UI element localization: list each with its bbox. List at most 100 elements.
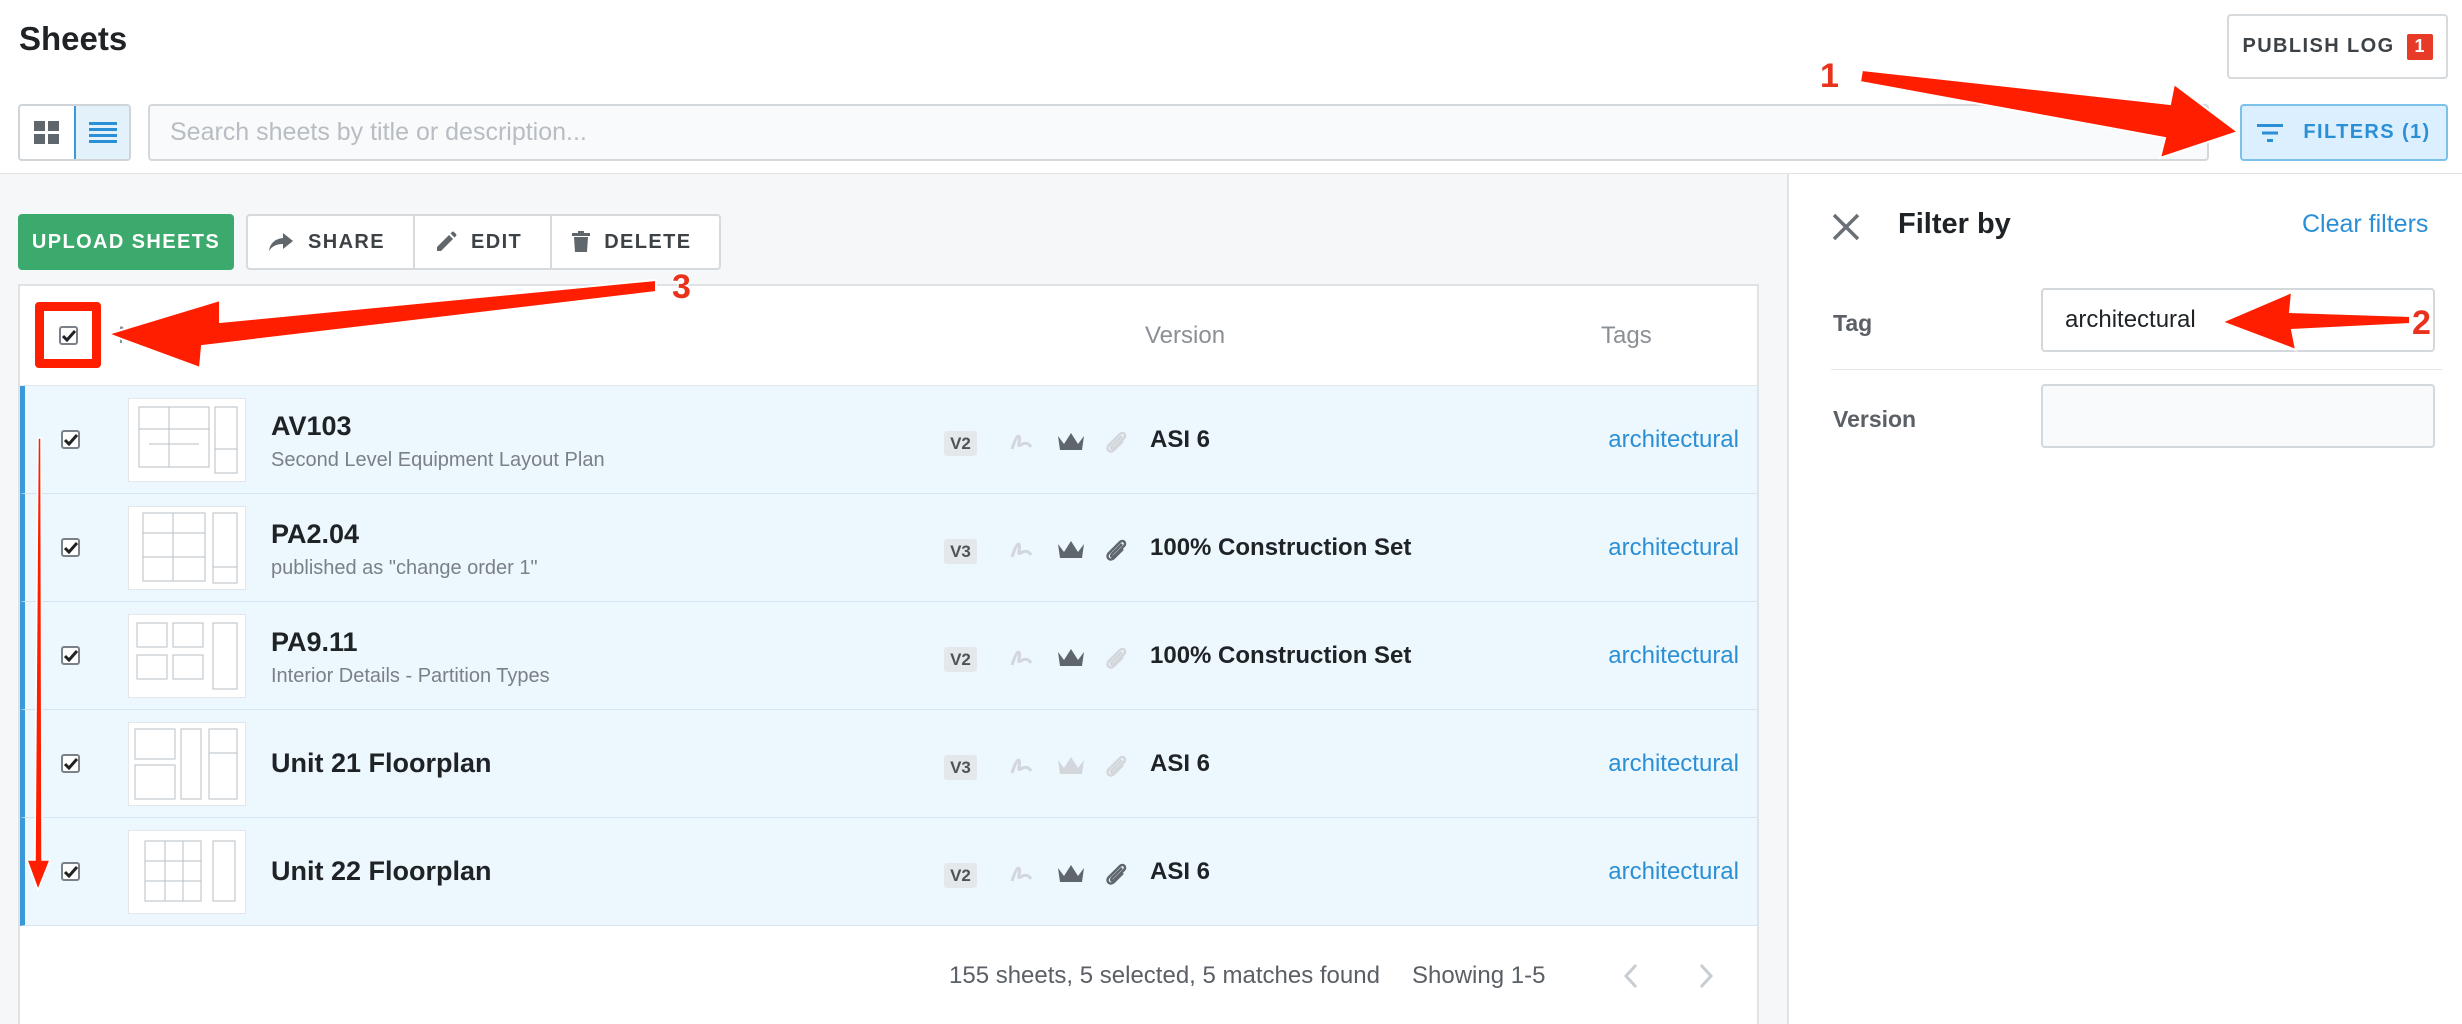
sheet-tag-link[interactable]: architectural	[1608, 750, 1739, 778]
select-all-highlight	[35, 302, 101, 368]
sheet-tag-link[interactable]: architectural	[1608, 642, 1739, 670]
next-page-button[interactable]	[1686, 956, 1726, 996]
upload-sheets-button[interactable]: UPLOAD SHEETS	[18, 214, 234, 270]
pagination-range: Showing 1-5	[1412, 962, 1546, 989]
checkmark-icon	[63, 541, 78, 554]
checkmark-icon	[63, 757, 78, 770]
filters-label: FILTERS (1)	[2303, 121, 2431, 143]
table-header: Name Version Tags	[20, 286, 1757, 386]
chevron-right-icon	[1699, 963, 1714, 989]
sheet-thumbnail-drawing	[134, 728, 238, 800]
tag-filter-input[interactable]	[2041, 288, 2435, 352]
sheet-title[interactable]: Unit 22 Floorplan	[271, 856, 492, 887]
paperclip-icon	[1100, 642, 1132, 674]
table-row[interactable]: Unit 22 Floorplan V2 ASI 6 architectural	[20, 818, 1757, 926]
sheet-thumbnail[interactable]	[128, 722, 246, 806]
row-checkbox[interactable]	[61, 646, 80, 665]
version-filter-row: Version	[1831, 370, 2442, 466]
sheet-tag-link[interactable]: architectural	[1608, 426, 1739, 454]
sheet-thumbnail[interactable]	[128, 830, 246, 914]
select-all-checkbox[interactable]	[59, 326, 78, 345]
delete-button[interactable]: DELETE	[552, 216, 719, 268]
sheet-thumbnail[interactable]	[128, 398, 246, 482]
chevron-left-icon	[1623, 963, 1638, 989]
sheet-tag-link[interactable]: architectural	[1608, 858, 1739, 886]
markup-icon	[1006, 750, 1038, 782]
markup-icon	[1006, 426, 1038, 458]
sheet-description: Interior Details - Partition Types	[271, 665, 550, 687]
view-toggle	[18, 104, 131, 161]
share-label: SHARE	[308, 230, 386, 253]
markup-icon	[1006, 534, 1038, 566]
crown-icon	[1055, 642, 1087, 674]
version-badge: V3	[944, 755, 977, 780]
grid-view-button[interactable]	[20, 106, 75, 159]
list-view-icon	[88, 121, 117, 143]
sheet-version: ASI 6	[1150, 858, 1211, 885]
publish-log-badge: 1	[2406, 33, 2433, 60]
bulk-action-group: SHARE EDIT DELETE	[246, 214, 722, 270]
sheet-thumbnail-drawing	[136, 622, 238, 690]
sheet-version: ASI 6	[1150, 426, 1211, 453]
close-icon	[1832, 213, 1860, 241]
sheet-title[interactable]: Unit 21 Floorplan	[271, 748, 492, 779]
checkmark-icon	[63, 433, 78, 446]
paperclip-icon	[1100, 858, 1132, 890]
row-checkbox[interactable]	[61, 538, 80, 557]
prev-page-button[interactable]	[1611, 956, 1651, 996]
grid-view-icon	[34, 120, 60, 144]
sheet-title[interactable]: PA9.11	[271, 627, 358, 658]
close-filter-panel-button[interactable]	[1829, 210, 1863, 244]
filter-lines-icon	[2257, 123, 2284, 142]
checkmark-icon	[61, 329, 76, 342]
sheet-thumbnail[interactable]	[128, 506, 246, 590]
sheet-thumbnail[interactable]	[128, 614, 246, 698]
checkmark-icon	[63, 649, 78, 662]
sheet-tag-link[interactable]: architectural	[1608, 534, 1739, 562]
delete-label: DELETE	[604, 230, 692, 253]
table-row[interactable]: PA2.04 published as "change order 1" V3 …	[20, 494, 1757, 602]
crown-icon	[1055, 534, 1087, 566]
share-arrow-icon	[269, 233, 293, 251]
sheet-title[interactable]: PA2.04	[271, 519, 359, 550]
publish-log-label: PUBLISH LOG	[2242, 35, 2395, 57]
sheet-thumbnail-drawing	[138, 406, 238, 474]
pencil-icon	[437, 231, 457, 251]
sheet-version: ASI 6	[1150, 750, 1211, 777]
sheet-thumbnail-drawing	[142, 512, 238, 584]
crown-icon	[1055, 426, 1087, 458]
row-checkbox[interactable]	[61, 430, 80, 449]
trash-icon	[572, 231, 591, 252]
filter-panel: Filter by Clear filters Tag Version	[1787, 174, 2462, 1024]
sheet-thumbnail-drawing	[144, 840, 236, 902]
version-filter-input[interactable]	[2041, 384, 2435, 448]
table-row[interactable]: PA9.11 Interior Details - Partition Type…	[20, 602, 1757, 710]
paperclip-icon	[1100, 426, 1132, 458]
sheet-version: 100% Construction Set	[1150, 534, 1412, 561]
app-header: Sheets PUBLISH LOG 1 FILTERS (1)	[0, 0, 2462, 174]
sheet-description: published as "change order 1"	[271, 557, 538, 579]
sheet-description: Second Level Equipment Layout Plan	[271, 449, 605, 471]
list-view-button[interactable]	[74, 106, 129, 159]
column-header-version[interactable]: Version	[1145, 322, 1225, 350]
table-row[interactable]: Unit 21 Floorplan V3 ASI 6 architectural	[20, 710, 1757, 818]
markup-icon	[1006, 858, 1038, 890]
filter-panel-title: Filter by	[1898, 208, 2011, 240]
row-checkbox[interactable]	[61, 754, 80, 773]
sheet-title[interactable]: AV103	[271, 411, 352, 442]
column-header-tags[interactable]: Tags	[1601, 322, 1652, 350]
table-row[interactable]: AV103 Second Level Equipment Layout Plan…	[20, 386, 1757, 494]
share-button[interactable]: SHARE	[248, 216, 416, 268]
clear-filters-link[interactable]: Clear filters	[2302, 210, 2428, 239]
edit-button[interactable]: EDIT	[415, 216, 553, 268]
paperclip-icon	[1100, 534, 1132, 566]
search-input[interactable]	[148, 104, 2209, 161]
crown-icon	[1055, 858, 1087, 890]
version-badge: V2	[944, 431, 977, 456]
filters-button[interactable]: FILTERS (1)	[2240, 104, 2448, 161]
main-area: UPLOAD SHEETS SHARE EDIT DELETE Name Ver…	[0, 174, 1787, 1024]
publish-log-button[interactable]: PUBLISH LOG 1	[2227, 14, 2448, 79]
column-header-name[interactable]: Name	[118, 322, 182, 350]
row-checkbox[interactable]	[61, 862, 80, 881]
version-filter-label: Version	[1833, 406, 1917, 432]
